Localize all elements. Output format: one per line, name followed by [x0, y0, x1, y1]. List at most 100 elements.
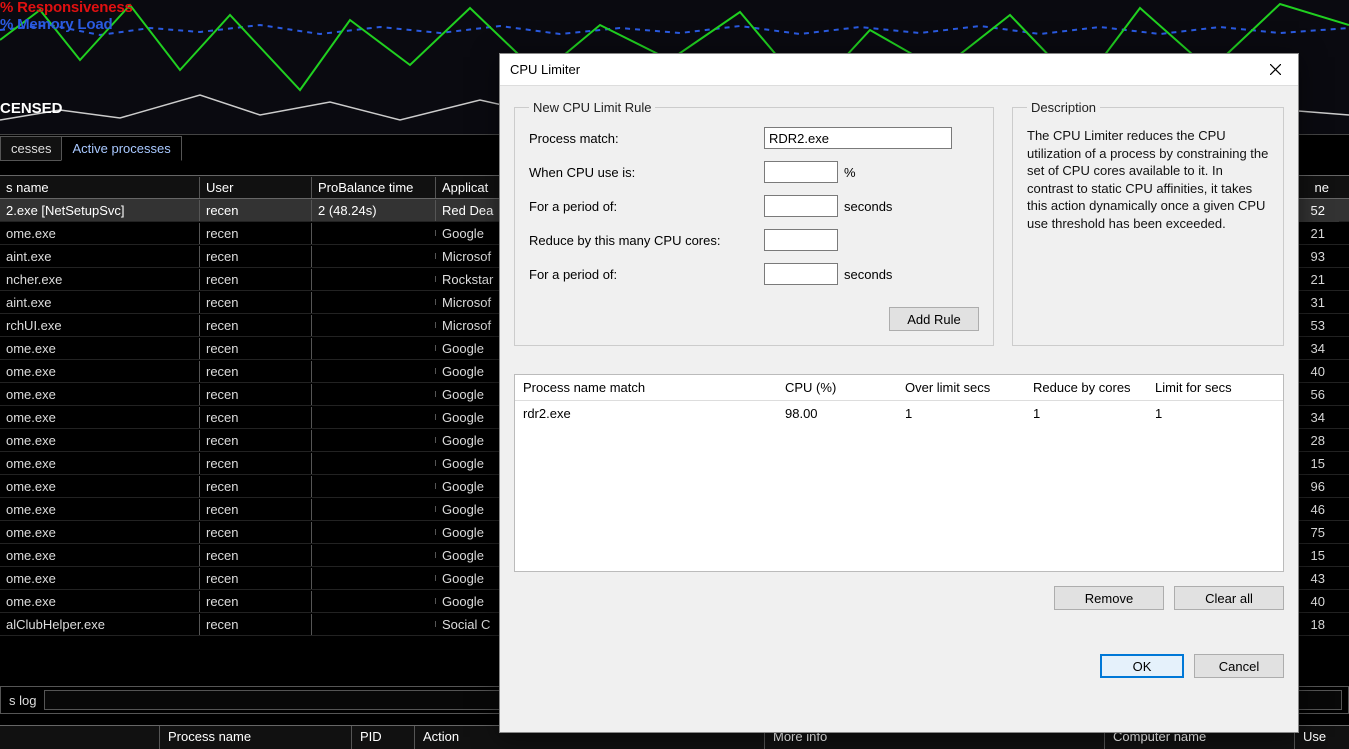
label-reduce-cores: Reduce by this many CPU cores:	[529, 233, 764, 248]
col-header-right[interactable]: ne	[1315, 175, 1349, 199]
bottom-col-procname[interactable]: Process name	[160, 726, 352, 749]
cell-user: recen	[200, 223, 312, 244]
cell-name: ome.exe	[0, 430, 200, 451]
tab-all-processes[interactable]: cesses	[0, 136, 62, 161]
cell-user: recen	[200, 453, 312, 474]
dialog-titlebar[interactable]: CPU Limiter	[500, 54, 1298, 86]
cell-name: ome.exe	[0, 453, 200, 474]
cell-name: ome.exe	[0, 361, 200, 382]
add-rule-button[interactable]: Add Rule	[889, 307, 979, 331]
close-button[interactable]	[1252, 54, 1298, 86]
cell-probalance	[312, 322, 436, 328]
cell-name: ome.exe	[0, 591, 200, 612]
rules-col-limit[interactable]: Limit for secs	[1147, 380, 1267, 395]
legend-memory: % Memory Load	[0, 16, 133, 33]
cell-probalance	[312, 529, 436, 535]
bottom-col-blank[interactable]	[0, 726, 160, 749]
group-new-rule-title: New CPU Limit Rule	[529, 100, 655, 115]
group-description: Description The CPU Limiter reduces the …	[1012, 100, 1284, 346]
cell-probalance	[312, 575, 436, 581]
rules-row[interactable]: rdr2.exe98.00111	[515, 401, 1283, 425]
cell-user: recen	[200, 200, 312, 221]
cell-name: ome.exe	[0, 568, 200, 589]
cell-probalance	[312, 621, 436, 627]
rules-list-header: Process name match CPU (%) Over limit se…	[515, 375, 1283, 401]
cell-probalance	[312, 368, 436, 374]
cell-user: recen	[200, 476, 312, 497]
log-label: s log	[1, 693, 44, 708]
col-header-probalance[interactable]: ProBalance time	[312, 177, 436, 198]
cell-name: ome.exe	[0, 499, 200, 520]
cancel-button[interactable]: Cancel	[1194, 654, 1284, 678]
remove-button[interactable]: Remove	[1054, 586, 1164, 610]
cell-user: recen	[200, 315, 312, 336]
cell-user: recen	[200, 246, 312, 267]
cell-user: recen	[200, 545, 312, 566]
cell-name: ncher.exe	[0, 269, 200, 290]
suffix-seconds1: seconds	[844, 199, 892, 214]
cell-name: 2.exe [NetSetupSvc]	[0, 200, 200, 221]
suffix-percent: %	[844, 165, 856, 180]
description-text: The CPU Limiter reduces the CPU utilizat…	[1027, 127, 1269, 232]
cell-probalance	[312, 253, 436, 259]
cell-name: ome.exe	[0, 522, 200, 543]
cell-name: rchUI.exe	[0, 315, 200, 336]
clear-all-button[interactable]: Clear all	[1174, 586, 1284, 610]
cell-user: recen	[200, 568, 312, 589]
cell-probalance	[312, 391, 436, 397]
cell-user: recen	[200, 384, 312, 405]
label-period1: For a period of:	[529, 199, 764, 214]
cell-probalance	[312, 345, 436, 351]
rule-cell-limit: 1	[1147, 406, 1267, 421]
cell-probalance: 2 (48.24s)	[312, 200, 436, 221]
cell-name: ome.exe	[0, 407, 200, 428]
cpu-limiter-dialog: CPU Limiter New CPU Limit Rule Process m…	[499, 53, 1299, 733]
close-icon	[1270, 64, 1281, 75]
cell-probalance	[312, 437, 436, 443]
cell-user: recen	[200, 407, 312, 428]
cell-name: alClubHelper.exe	[0, 614, 200, 635]
cell-user: recen	[200, 591, 312, 612]
process-match-input[interactable]	[764, 127, 952, 149]
bottom-col-user[interactable]: Use	[1295, 726, 1349, 749]
rules-col-reduce[interactable]: Reduce by cores	[1025, 380, 1147, 395]
group-description-title: Description	[1027, 100, 1100, 115]
rules-col-cpu[interactable]: CPU (%)	[777, 380, 897, 395]
license-label: CENSED	[0, 100, 63, 117]
cell-user: recen	[200, 522, 312, 543]
bottom-col-pid[interactable]: PID	[352, 726, 415, 749]
when-cpu-input[interactable]	[764, 161, 838, 183]
cell-probalance	[312, 483, 436, 489]
rule-cell-cpu: 98.00	[777, 406, 897, 421]
cell-probalance	[312, 460, 436, 466]
cell-probalance	[312, 414, 436, 420]
group-new-rule: New CPU Limit Rule Process match: When C…	[514, 100, 994, 346]
cell-user: recen	[200, 292, 312, 313]
cell-name: ome.exe	[0, 476, 200, 497]
ok-button[interactable]: OK	[1100, 654, 1184, 678]
cell-user: recen	[200, 361, 312, 382]
rule-cell-over: 1	[897, 406, 1025, 421]
period1-input[interactable]	[764, 195, 838, 217]
cell-user: recen	[200, 614, 312, 635]
cell-probalance	[312, 552, 436, 558]
rules-col-over[interactable]: Over limit secs	[897, 380, 1025, 395]
label-period2: For a period of:	[529, 267, 764, 282]
cell-name: ome.exe	[0, 338, 200, 359]
tab-active-processes[interactable]: Active processes	[61, 136, 181, 161]
period2-input[interactable]	[764, 263, 838, 285]
cell-name: aint.exe	[0, 292, 200, 313]
cell-probalance	[312, 506, 436, 512]
rules-col-name[interactable]: Process name match	[515, 380, 777, 395]
suffix-seconds2: seconds	[844, 267, 892, 282]
label-when-cpu: When CPU use is:	[529, 165, 764, 180]
cell-probalance	[312, 299, 436, 305]
cell-name: aint.exe	[0, 246, 200, 267]
col-header-user[interactable]: User	[200, 177, 312, 198]
dialog-title: CPU Limiter	[510, 62, 580, 77]
cell-name: ome.exe	[0, 545, 200, 566]
col-header-name[interactable]: s name	[0, 177, 200, 198]
cell-probalance	[312, 230, 436, 236]
rules-list[interactable]: Process name match CPU (%) Over limit se…	[514, 374, 1284, 572]
reduce-cores-input[interactable]	[764, 229, 838, 251]
